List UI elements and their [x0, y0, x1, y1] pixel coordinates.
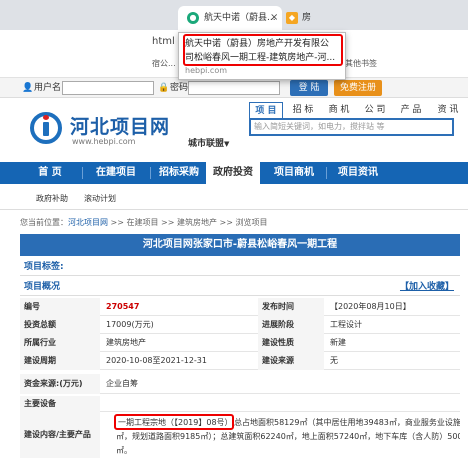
field-label: 建设内容/主要产品 [20, 412, 100, 458]
logo-icon[interactable] [30, 112, 62, 144]
address-bar[interactable]: html [152, 36, 175, 47]
user-icon: 👤 [22, 83, 34, 93]
nav-home[interactable]: 首 页 [20, 162, 80, 184]
tooltip-line: 航天中诺（蔚县）房地产开发有限公 [185, 39, 330, 49]
field-value: 2020-10-08至2021-12-31 [106, 356, 207, 365]
breadcrumb: 您当前位置：河北项目网 >> 在建项目 >> 建筑房地产 >> 浏览项目 [20, 216, 268, 230]
city-alliance-link[interactable]: 城市联盟▼ [188, 136, 229, 149]
content-line: ㎡，规划道路面积9185㎡）；总建筑面积62240㎡，地上面积57240㎡，地下… [116, 432, 460, 441]
breadcrumb-level3: 浏览项目 [235, 218, 268, 227]
table-row: 建设周期 2020-10-08至2021-12-31 建设来源 无 [20, 352, 460, 370]
breadcrumb-prefix: 您当前位置： [20, 218, 68, 227]
field-label: 进展阶段 [258, 316, 324, 334]
nav-opportunities[interactable]: 项目商机 [264, 162, 324, 184]
field-label: 编号 [20, 298, 100, 316]
table-row: 主要设备 [20, 396, 460, 412]
field-label: 建设性质 [258, 334, 324, 352]
browser-tab-title: 房 [302, 13, 312, 23]
chevron-down-icon: ▼ [224, 140, 230, 148]
field-label: 所属行业 [20, 334, 100, 352]
browser-tabstrip: ● 航天中诺（蔚县... × ◆ 房 [0, 0, 468, 30]
field-value: 新建 [330, 338, 346, 347]
browser-tab-title: 航天中诺（蔚县... [204, 13, 276, 23]
field-label: 建设周期 [20, 352, 100, 370]
username-label: 用户名 [34, 83, 62, 93]
field-value: 企业自筹 [106, 379, 138, 388]
field-value: 【2020年08月10日】 [330, 302, 411, 311]
field-label: 投资总额 [20, 316, 100, 334]
table-row: 所属行业 建筑房地产 建设性质 新建 [20, 334, 460, 352]
field-label: 资金来源:(万元) [20, 374, 100, 394]
search-tab-tender[interactable]: 招 标 [287, 102, 319, 118]
login-button[interactable]: 登 陆 [290, 80, 328, 96]
nav-gov-investment[interactable]: 政府投资 [206, 162, 260, 184]
sub-nav: 政府补助 滚动计划 [0, 184, 468, 210]
search-tabs: 项 目 招 标 商 机 公 司 产 品 资 讯 [249, 102, 468, 118]
content-line: ㎡。 [116, 446, 132, 455]
content-highlight: 一期工程宗地（【2019】08号） [118, 418, 233, 427]
project-overview-label: 项目概况 [24, 282, 61, 292]
field-value: 无 [330, 356, 338, 365]
field-label: 主要设备 [20, 396, 100, 412]
site-header: 河北项目网 www.hebpi.com 城市联盟▼ 项 目 招 标 商 机 公 … [0, 98, 468, 160]
nav-divider [82, 167, 83, 179]
favicon-icon: ◆ [286, 12, 298, 24]
table-row: 编号 270547 发布时间 【2020年08月10日】 [20, 298, 460, 316]
content-line: 总占地面积58129㎡（其中居住用地39483㎡，商业服务业设施用地9461 [234, 418, 460, 427]
add-favorite-link[interactable]: 【加入收藏】 [400, 278, 454, 296]
browser-tab-left[interactable] [0, 6, 178, 30]
main-nav: 首 页 在建项目 招标采购 政府投资 项目商机 项目资讯 [0, 162, 468, 184]
favicon-icon: ● [187, 12, 199, 24]
field-value: 工程设计 [330, 320, 362, 329]
logo-title[interactable]: 河北项目网 [70, 112, 170, 139]
register-button[interactable]: 免费注册 [334, 80, 382, 96]
login-bar: 👤 用户名 🔒 密码 登 陆 免费注册 [0, 78, 468, 98]
bookmark-item[interactable]: 宿公... [152, 58, 176, 69]
password-label: 密码 [170, 83, 189, 93]
nav-tenders[interactable]: 招标采购 [152, 162, 206, 184]
nav-projects[interactable]: 在建项目 [84, 162, 148, 184]
table-row: 资金来源:(万元) 企业自筹 [20, 374, 460, 394]
search-tab-company[interactable]: 公 司 [359, 102, 391, 118]
project-overview-header: 项目概况 【加入收藏】 [20, 278, 460, 296]
search-tab-product[interactable]: 产 品 [395, 102, 427, 118]
lock-icon: 🔒 [158, 83, 170, 93]
nav-divider [150, 167, 151, 179]
breadcrumb-sep: >> [217, 218, 236, 227]
search-input[interactable]: 输入简短关键词，如电力，搅拌站 等 [249, 118, 454, 136]
table-row: 投资总额 17009(万元) 进展阶段 工程设计 [20, 316, 460, 334]
search-tab-news[interactable]: 资 讯 [431, 102, 465, 118]
bookmark-other[interactable]: 其他书签 [345, 58, 377, 69]
username-input[interactable] [62, 81, 154, 95]
table-row: 建设内容/主要产品 一期工程宗地（【2019】08号） 总占地面积58129㎡（… [20, 412, 460, 458]
tooltip-url: hebpi.com [185, 66, 227, 75]
field-value: 建筑房地产 [106, 338, 146, 347]
breadcrumb-home[interactable]: 河北项目网 [68, 218, 108, 227]
city-alliance-label: 城市联盟 [188, 139, 225, 149]
close-icon[interactable]: × [270, 6, 282, 30]
logo-url: www.hebpi.com [72, 137, 136, 146]
browser-tab-active[interactable]: ● 航天中诺（蔚县... [178, 6, 282, 30]
breadcrumb-sep: >> [108, 218, 127, 227]
search-tab-business[interactable]: 商 机 [323, 102, 355, 118]
project-tags-label: 项目标签: [20, 258, 460, 276]
project-title: 河北项目网张家口市-蔚县松峪春风一期工程 [20, 234, 460, 256]
field-value: 270547 [106, 302, 140, 311]
subnav-gov-subsidy[interactable]: 政府补助 [36, 193, 68, 204]
tooltip-line: 司松峪春风一期工程-建筑房地产-河... [185, 53, 336, 63]
password-input[interactable] [188, 81, 280, 95]
breadcrumb-level1[interactable]: 在建项目 [127, 218, 159, 227]
subnav-rolling-plan[interactable]: 滚动计划 [84, 193, 116, 204]
field-label: 建设来源 [258, 352, 324, 370]
field-label: 发布时间 [258, 298, 324, 316]
browser-tab-second[interactable]: ◆ 房 [284, 6, 324, 30]
field-value: 17009(万元) [106, 320, 154, 329]
breadcrumb-sep: >> [158, 218, 177, 227]
breadcrumb-level2[interactable]: 建筑房地产 [177, 218, 217, 227]
nav-divider [326, 167, 327, 179]
nav-news[interactable]: 项目资讯 [328, 162, 388, 184]
tab-tooltip: 航天中诺（蔚县）房地产开发有限公 司松峪春风一期工程-建筑房地产-河... he… [178, 32, 346, 80]
search-tab-project[interactable]: 项 目 [249, 102, 283, 118]
